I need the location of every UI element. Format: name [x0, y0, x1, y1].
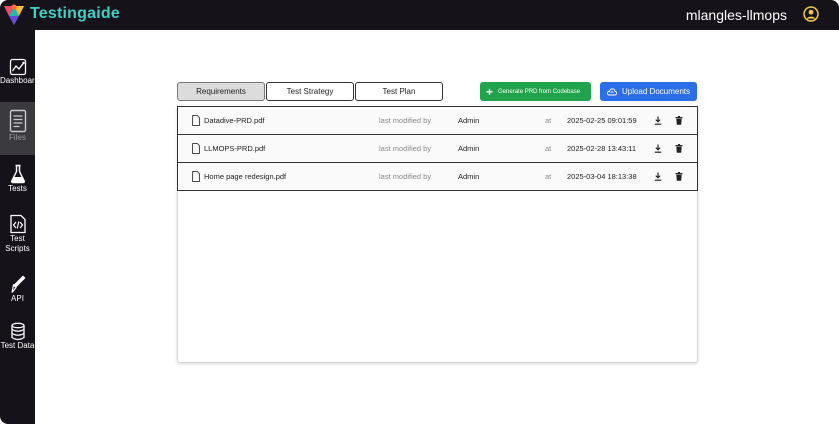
last-modified-label: last modified by — [379, 172, 432, 181]
tab-test-plan[interactable]: Test Plan — [355, 82, 443, 101]
sidebar-item-label: Dashboard — [0, 76, 40, 85]
file-author: Admin — [458, 144, 480, 153]
tab-test-strategy[interactable]: Test Strategy — [266, 82, 354, 101]
last-modified-label: last modified by — [379, 116, 432, 125]
file-icon — [192, 143, 200, 154]
file-author: Admin — [458, 116, 480, 125]
sidebar-item-label: Files — [9, 133, 26, 142]
flask-icon — [10, 164, 25, 184]
tab-requirements[interactable]: Requirements — [177, 82, 265, 101]
sidebar-item-test-scripts[interactable]: Test Scripts — [0, 214, 35, 258]
files-document-icon — [9, 109, 26, 133]
sidebar-item-files[interactable]: Files — [0, 102, 35, 155]
pen-nib-icon — [10, 275, 25, 293]
cloud-upload-icon — [607, 87, 617, 95]
sidebar-item-api[interactable]: API — [0, 274, 35, 308]
download-icon[interactable] — [654, 144, 662, 153]
logo-icon — [4, 4, 24, 25]
sidebar-item-tests[interactable]: Tests — [0, 164, 35, 198]
top-bar: Testingaide mlangles-llmops — [0, 0, 839, 30]
download-icon[interactable] — [654, 116, 662, 125]
sidebar-item-label: Test Scripts — [5, 234, 30, 253]
file-name[interactable]: Datadive-PRD.pdf — [204, 107, 264, 134]
file-row[interactable]: Datadive-PRD.pdf last modified by Admin … — [178, 107, 697, 135]
code-file-icon — [9, 214, 26, 234]
upload-documents-button[interactable]: Upload Documents — [600, 82, 697, 101]
file-name[interactable]: Home page redesign.pdf — [204, 163, 286, 190]
download-icon[interactable] — [654, 172, 662, 181]
plus-icon: + — [486, 84, 494, 99]
sidebar-item-label: API — [11, 294, 24, 303]
at-label: at — [545, 144, 552, 153]
dashboard-chart-icon — [9, 58, 26, 76]
file-timestamp: 2025-03-04 18:13:38 — [567, 172, 637, 181]
sidebar-item-test-data[interactable]: Test Data — [0, 322, 35, 356]
user-name: mlangles-llmops — [685, 7, 787, 23]
sidebar-item-label: Tests — [8, 184, 27, 193]
file-row[interactable]: Home page redesign.pdf last modified by … — [178, 163, 697, 191]
file-icon — [192, 115, 200, 126]
file-timestamp: 2025-02-25 09:01:59 — [567, 116, 637, 125]
generate-prd-label: Generate PRD from Codebase — [498, 88, 581, 95]
sidebar-item-dashboard[interactable]: Dashboard — [0, 58, 40, 96]
sidebar: Dashboard Files Tests Test Scripts API T… — [0, 30, 40, 424]
generate-prd-button[interactable]: + Generate PRD from Codebase — [480, 82, 591, 101]
trash-icon[interactable] — [675, 172, 683, 181]
file-list: Datadive-PRD.pdf last modified by Admin … — [177, 106, 698, 191]
trash-icon[interactable] — [675, 144, 683, 153]
brand-name: Testingaide — [30, 5, 120, 22]
last-modified-label: last modified by — [379, 144, 432, 153]
file-name[interactable]: LLMOPS-PRD.pdf — [204, 135, 265, 162]
at-label: at — [545, 172, 552, 181]
trash-icon[interactable] — [675, 116, 683, 125]
app-window: Testingaide mlangles-llmops Dashboard Fi… — [0, 0, 839, 424]
file-author: Admin — [458, 172, 480, 181]
file-row[interactable]: LLMOPS-PRD.pdf last modified by Admin at… — [178, 135, 697, 163]
file-timestamp: 2025-02-28 13:43:11 — [567, 144, 637, 153]
database-icon — [10, 322, 25, 341]
user-avatar-icon[interactable] — [803, 6, 819, 22]
sidebar-item-label: Test Data — [0, 341, 35, 350]
upload-documents-label: Upload Documents — [621, 87, 691, 96]
file-icon — [192, 171, 200, 182]
at-label: at — [545, 116, 552, 125]
